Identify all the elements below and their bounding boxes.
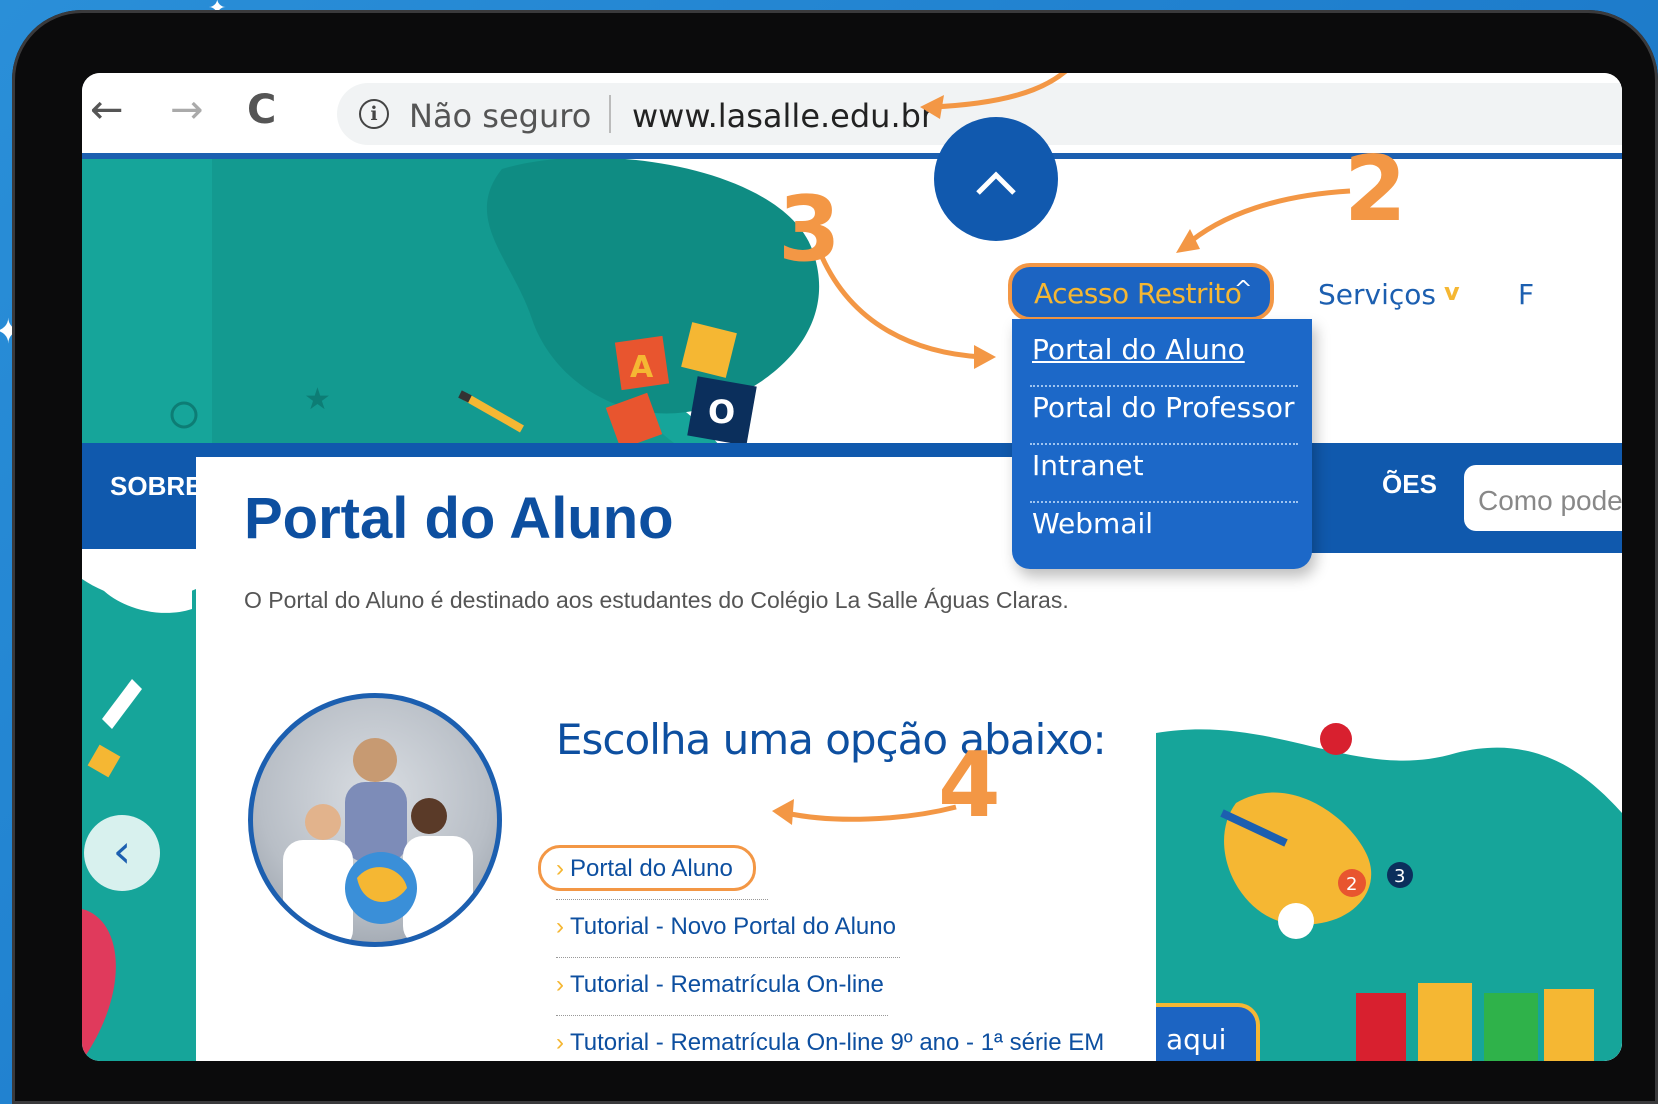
step-number-2: 2 [1344,137,1407,242]
browser-screen: ← → C i Não seguro www.lasalle.edu.br ★ … [82,73,1622,1061]
step-number-4: 4 [938,733,1001,838]
step-number-3: 3 [778,177,841,282]
tablet-frame: ← → C i Não seguro www.lasalle.edu.br ★ … [12,10,1658,1104]
